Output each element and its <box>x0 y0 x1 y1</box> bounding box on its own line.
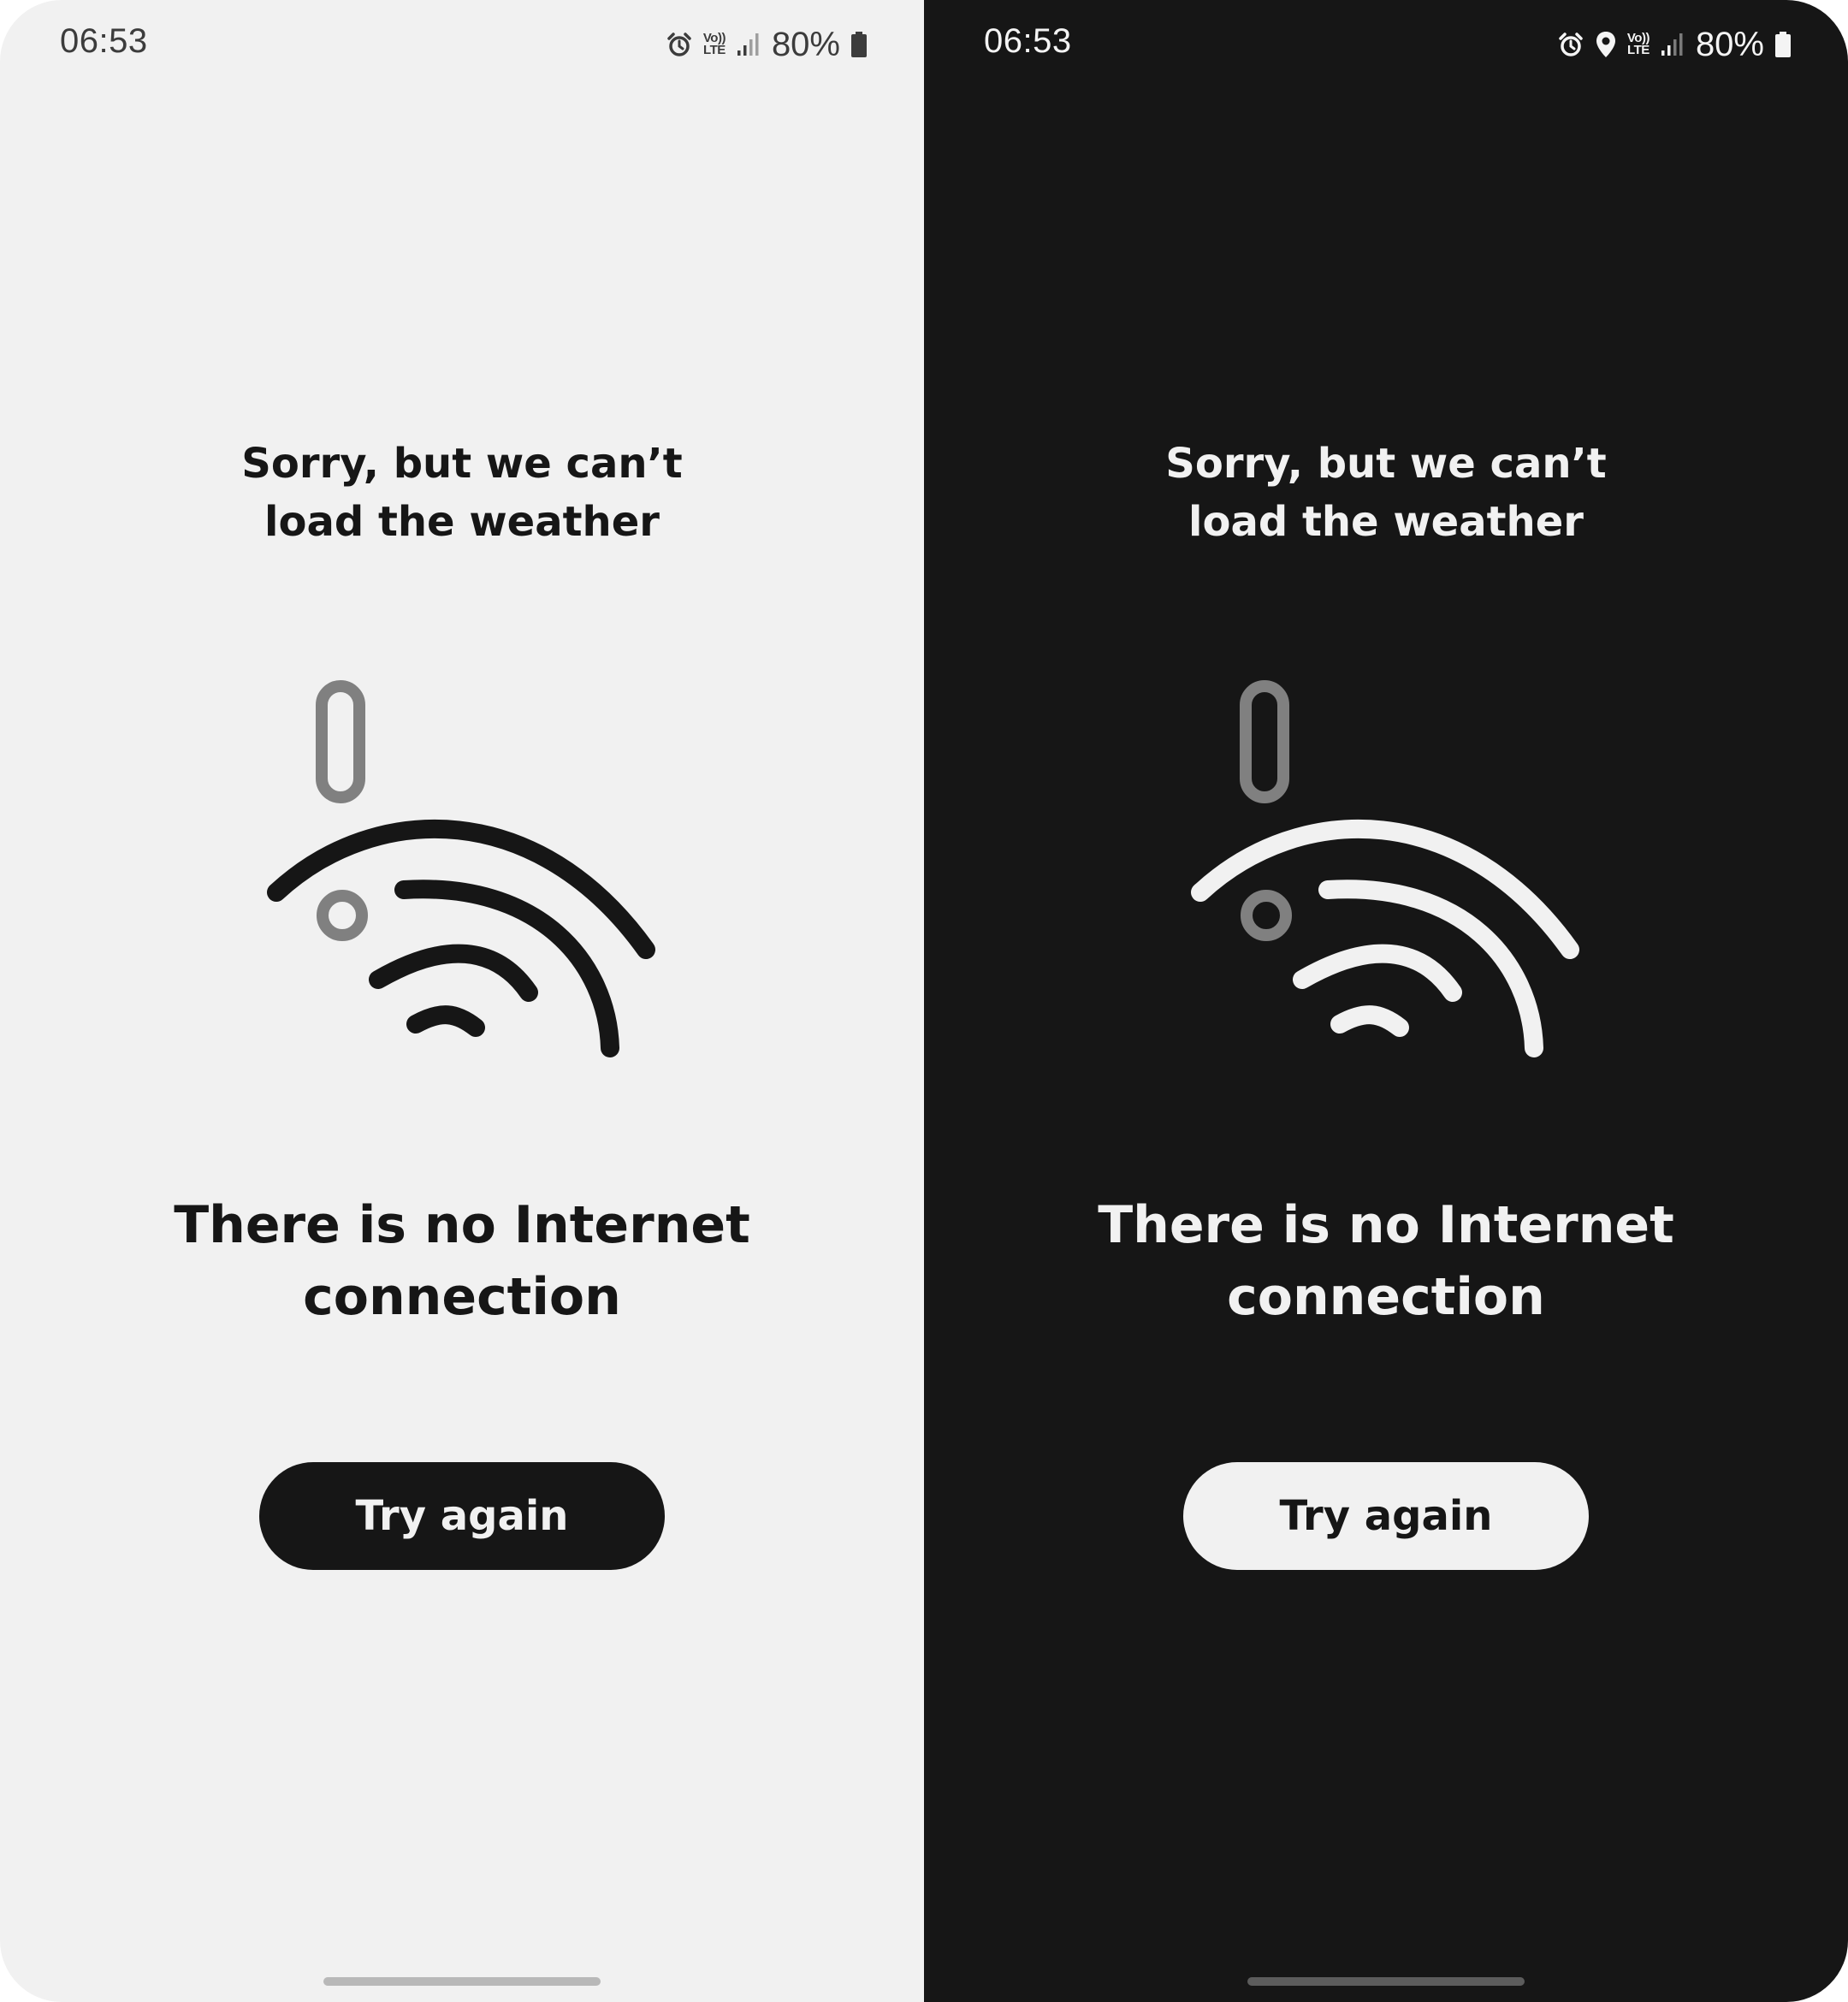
error-message-line-1: Sorry, but we can’t <box>241 440 683 488</box>
status-bar: 06:53 Vo)) LTE 80% <box>0 0 924 90</box>
alarm-icon <box>666 31 693 58</box>
headline-line-1: There is no Internet <box>1098 1195 1674 1255</box>
error-message-line-2: load the weather <box>1188 498 1584 546</box>
headline: There is no Internet connection <box>0 1189 924 1333</box>
volte-lte-icon: Vo)) LTE <box>703 32 726 57</box>
headline-line-2: connection <box>303 1267 621 1327</box>
try-again-button[interactable]: Try again <box>1183 1462 1589 1570</box>
error-message: Sorry, but we can’t load the weather <box>0 435 924 551</box>
status-time: 06:53 <box>984 22 1072 60</box>
error-message-line-1: Sorry, but we can’t <box>1165 440 1607 488</box>
status-icons: Vo)) LTE 80% <box>666 21 868 68</box>
status-bar: 06:53 Vo)) LTE 80% <box>924 0 1848 90</box>
volte-bottom-label: LTE <box>1627 43 1650 57</box>
broken-wifi-icon <box>1181 672 1591 1065</box>
signal-icon <box>1660 32 1685 57</box>
headline-line-2: connection <box>1227 1267 1545 1327</box>
home-indicator[interactable] <box>323 1977 601 1986</box>
headline-line-1: There is no Internet <box>174 1195 750 1255</box>
battery-icon <box>850 31 868 58</box>
dark-mode-screen: 06:53 Vo)) LTE 80% Sorry, but we can’t l… <box>924 0 1848 2002</box>
light-mode-screen: 06:53 Vo)) LTE 80% Sorry, but we can’t l… <box>0 0 924 2002</box>
comparison-frame: 06:53 Vo)) LTE 80% Sorry, but we can’t l… <box>0 0 1848 2002</box>
signal-icon <box>736 32 761 57</box>
battery-percentage: 80% <box>771 25 840 63</box>
broken-wifi-icon <box>257 672 667 1065</box>
error-message-line-2: load the weather <box>264 498 660 546</box>
status-time: 06:53 <box>60 22 148 60</box>
location-pin-icon <box>1595 30 1617 59</box>
headline: There is no Internet connection <box>924 1189 1848 1333</box>
volte-lte-icon: Vo)) LTE <box>1627 32 1650 57</box>
battery-percentage: 80% <box>1695 25 1764 63</box>
try-again-button[interactable]: Try again <box>259 1462 665 1570</box>
home-indicator[interactable] <box>1247 1977 1525 1986</box>
status-icons: Vo)) LTE 80% <box>1557 21 1792 68</box>
error-message: Sorry, but we can’t load the weather <box>924 435 1848 551</box>
alarm-icon <box>1557 31 1584 58</box>
battery-icon <box>1774 31 1792 58</box>
volte-bottom-label: LTE <box>703 43 726 57</box>
